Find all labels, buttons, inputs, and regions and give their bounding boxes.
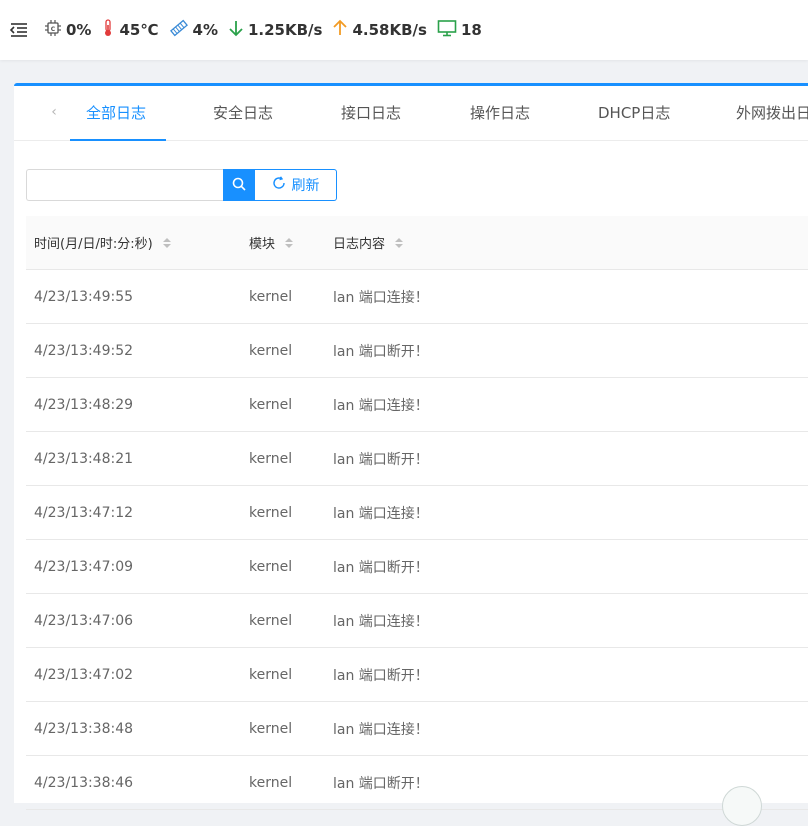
devices-value: 18 [460,21,482,39]
sort-icon [162,237,171,248]
memory-value: 4% [192,21,218,39]
table-row: 4/23/13:47:06 kernel lan 端口连接！ [26,594,808,648]
column-header-time[interactable]: 时间(月/日/时:分:秒) [26,233,241,252]
sort-icon [395,237,404,248]
refresh-icon [272,176,292,194]
search-icon [232,176,246,195]
temperature-stat: 45℃ [101,19,159,41]
refresh-label: 刷新 [291,178,320,194]
devices-stat: 18 [437,19,482,41]
monitor-icon [437,19,461,41]
table-row: 4/23/13:38:46 kernel lan 端口断开！ [26,756,808,810]
log-panel: ‹ 全部日志 安全日志 接口日志 操作日志 DHCP日志 外网拨出日 刷新 时间… [14,83,808,810]
search-button[interactable] [223,169,255,201]
download-value: 1.25KB/s [247,21,323,39]
tab-wan-dial-logs[interactable]: 外网拨出日 [736,86,808,141]
table-header: 时间(月/日/时:分:秒) 模块 日志内容 [26,216,808,270]
cpu-icon: C [44,19,66,41]
log-tabs: ‹ 全部日志 安全日志 接口日志 操作日志 DHCP日志 外网拨出日 [14,86,808,141]
upload-stat: 4.58KB/s [332,19,427,41]
download-stat: 1.25KB/s [228,19,322,41]
active-tab-indicator [70,139,166,141]
floating-help-badge[interactable] [722,786,762,826]
thermometer-icon [101,19,119,41]
status-bar: C 0% 45℃ 4% 1.25KB/s 4.58KB/s 18 [0,0,808,60]
search-input[interactable] [26,169,223,201]
menu-fold-icon[interactable] [8,19,30,41]
tab-security-logs[interactable]: 安全日志 [213,86,273,141]
column-header-content[interactable]: 日志内容 [325,233,808,252]
temperature-value: 45℃ [119,21,159,39]
tab-interface-logs[interactable]: 接口日志 [341,86,401,141]
tab-dhcp-logs[interactable]: DHCP日志 [598,86,670,141]
table-row: 4/23/13:38:48 kernel lan 端口连接！ [26,702,808,756]
table-row: 4/23/13:49:52 kernel lan 端口断开！ [26,324,808,378]
sort-icon [285,237,294,248]
tab-all-logs[interactable]: 全部日志 [86,86,146,141]
column-header-module[interactable]: 模块 [241,233,325,252]
arrow-down-icon [228,19,248,41]
refresh-button[interactable]: 刷新 [255,169,337,201]
cpu-value: 0% [66,21,92,39]
log-table: 时间(月/日/时:分:秒) 模块 日志内容 4/23/13:49:55 kern… [26,216,808,810]
table-row: 4/23/13:48:21 kernel lan 端口断开！ [26,432,808,486]
arrow-up-icon [332,19,352,41]
tab-prev-icon[interactable]: ‹ [44,100,64,124]
upload-value: 4.58KB/s [352,21,427,39]
table-row: 4/23/13:49:55 kernel lan 端口连接！ [26,270,808,324]
table-row: 4/23/13:47:02 kernel lan 端口断开！ [26,648,808,702]
cpu-stat: C 0% [44,19,91,41]
memory-icon [169,19,193,41]
table-row: 4/23/13:48:29 kernel lan 端口连接！ [26,378,808,432]
svg-text:C: C [51,26,56,33]
table-row: 4/23/13:47:12 kernel lan 端口连接！ [26,486,808,540]
table-row: 4/23/13:47:09 kernel lan 端口断开！ [26,540,808,594]
tab-operation-logs[interactable]: 操作日志 [470,86,530,141]
search-toolbar: 刷新 [26,169,337,201]
memory-stat: 4% [169,19,218,41]
